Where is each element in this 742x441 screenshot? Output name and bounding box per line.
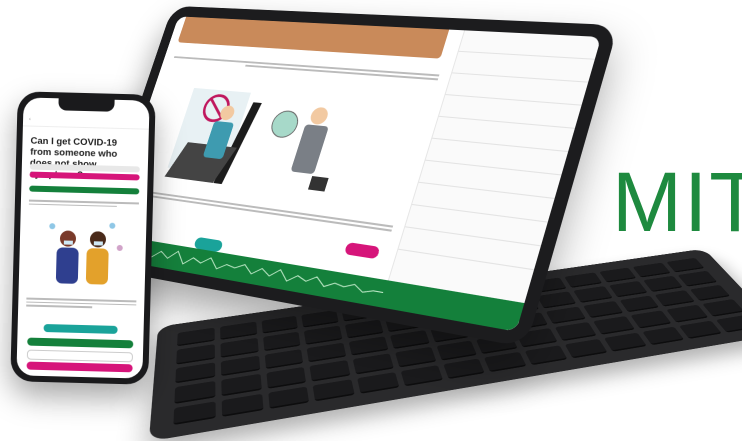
keyboard-key: [221, 373, 262, 397]
people-wearing-masks-illustration: [49, 222, 123, 285]
tablet-next-button[interactable]: [344, 242, 381, 260]
keyboard-key: [389, 329, 430, 350]
keyboard-key: [304, 325, 343, 345]
keyboard-key: [666, 304, 709, 323]
tablet-paragraph-top: [172, 54, 440, 82]
keyboard-key: [394, 346, 436, 368]
keyboard-key: [176, 344, 215, 365]
keyboard-key: [654, 289, 696, 307]
keyboard-key: [175, 362, 215, 384]
keyboard-key: [702, 299, 742, 317]
keyboard-key: [573, 286, 613, 303]
keyboard-key: [265, 366, 307, 389]
back-arrow-icon[interactable]: ‹: [29, 114, 31, 126]
keyboard-key: [436, 340, 478, 361]
tablet: [84, 5, 619, 348]
phone-green-bar[interactable]: [29, 185, 140, 195]
brand-logo: MIT: [612, 155, 742, 249]
keyboard-key: [220, 338, 259, 358]
keyboard-key: [554, 322, 597, 341]
keyboard-key: [608, 281, 648, 298]
keyboard-key: [619, 295, 660, 313]
keyboard-key: [262, 331, 301, 352]
keyboard-key: [220, 355, 260, 377]
phone-green-button[interactable]: [27, 337, 134, 349]
keyboard-key: [348, 336, 389, 356]
keyboard-key: [630, 310, 672, 329]
keyboard-key: [643, 275, 683, 292]
keyboard-key: [309, 360, 351, 382]
phone-screen: ‹ Can I get COVID-19 from someone who do…: [16, 97, 150, 379]
keyboard-key: [264, 348, 304, 370]
phone-body-text: [28, 198, 139, 210]
phone: ‹ Can I get COVID-19 from someone who do…: [10, 91, 156, 385]
person-with-luggage-illustration: [164, 87, 331, 192]
keyboard-key: [536, 291, 577, 309]
tablet-screen: [97, 16, 602, 332]
keyboard-key: [545, 306, 586, 325]
phone-pink-button[interactable]: [26, 361, 133, 373]
keyboard-key: [344, 319, 384, 339]
phone-body-text-2: [26, 296, 137, 311]
phone-nav-bar: ‹: [22, 113, 150, 130]
phone-notch: [58, 98, 115, 112]
keyboard-key: [174, 381, 216, 404]
phone-white-button[interactable]: [26, 349, 134, 363]
keyboard-key: [306, 342, 347, 363]
phone-teal-button[interactable]: [43, 324, 118, 334]
keyboard-key: [592, 316, 635, 335]
keyboard-key: [352, 353, 394, 375]
keyboard-key: [582, 300, 624, 319]
scene: ‹ Can I get COVID-19 from someone who do…: [0, 0, 742, 441]
